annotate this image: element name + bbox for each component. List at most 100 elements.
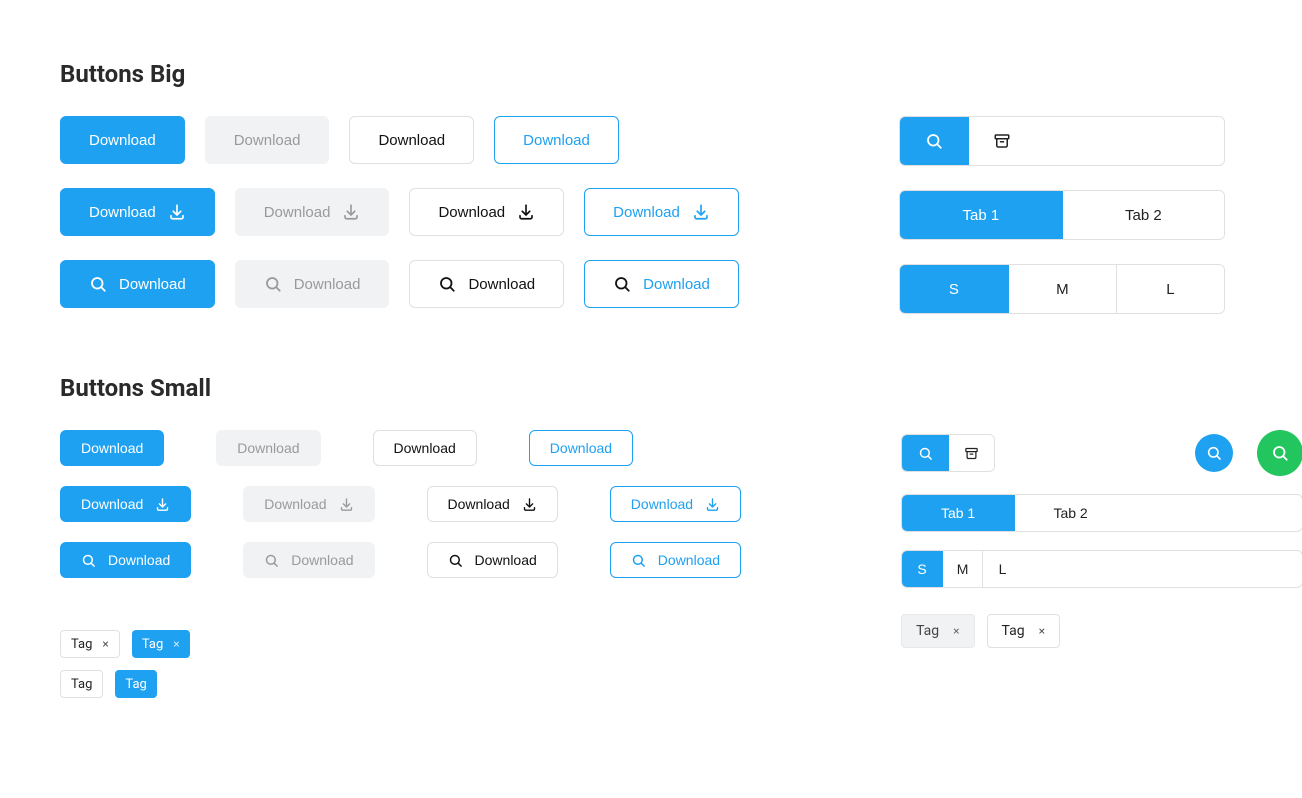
download-button-outline-trailing[interactable]: Download <box>409 188 564 236</box>
button-label: Download <box>438 204 505 221</box>
download-icon <box>339 497 354 512</box>
seg-search-sm[interactable] <box>902 435 948 471</box>
size-label: L <box>999 561 1007 577</box>
size-l-sm[interactable]: L <box>982 551 1022 587</box>
close-icon[interactable]: × <box>173 637 179 651</box>
size-m-sm[interactable]: M <box>942 551 982 587</box>
size-l[interactable]: L <box>1116 265 1224 313</box>
button-label: Download <box>89 204 156 221</box>
search-icon <box>264 553 279 568</box>
close-icon[interactable]: × <box>953 624 959 638</box>
archive-icon <box>964 446 979 461</box>
download-button-outline-sm[interactable]: Download <box>373 430 477 466</box>
download-button-outline-sm-leading[interactable]: Download <box>427 542 558 578</box>
archive-icon <box>993 132 1011 150</box>
tab-label: Tab 1 <box>963 207 1000 224</box>
download-button-primary-leading[interactable]: Download <box>60 260 215 308</box>
download-button-secondary[interactable]: Download <box>205 116 330 164</box>
download-button-primary-sm-leading[interactable]: Download <box>60 542 191 578</box>
button-label: Download <box>234 132 301 149</box>
download-button-secondary-trailing[interactable]: Download <box>235 188 390 236</box>
tab-2[interactable]: Tab 2 <box>1062 191 1224 239</box>
button-label: Download <box>378 132 445 149</box>
download-button-primary-sm-trailing[interactable]: Download <box>60 486 191 522</box>
download-button-secondary-leading[interactable]: Download <box>235 260 390 308</box>
search-icon <box>631 553 646 568</box>
download-button-outline-primary-sm-trailing[interactable]: Download <box>610 486 741 522</box>
tag-soft-big-closable[interactable]: Tag × <box>901 614 974 648</box>
tag-outline-big-closable[interactable]: Tag × <box>987 614 1060 648</box>
tag-outline-closable[interactable]: Tag× <box>60 630 120 658</box>
tab-1-sm[interactable]: Tab 1 <box>902 495 1014 531</box>
button-label: Download <box>237 440 299 456</box>
button-label: Download <box>475 552 537 568</box>
download-button-outline[interactable]: Download <box>349 116 474 164</box>
download-button-outline-leading[interactable]: Download <box>409 260 564 308</box>
download-button-outline-sm-trailing[interactable]: Download <box>427 486 558 522</box>
download-button-outline-primary-leading[interactable]: Download <box>584 260 739 308</box>
button-label: Download <box>81 440 143 456</box>
download-icon <box>522 497 537 512</box>
tab-label: Tab 1 <box>941 505 975 521</box>
button-label: Download <box>108 552 170 568</box>
button-label: Download <box>264 496 326 512</box>
download-icon <box>342 203 360 221</box>
button-label: Download <box>658 552 720 568</box>
seg-archive-sm[interactable] <box>948 435 994 471</box>
size-label: M <box>957 561 969 577</box>
segmented-icon-toggle <box>899 116 1225 166</box>
button-label: Download <box>291 552 353 568</box>
circle-search-blue[interactable] <box>1195 434 1233 472</box>
button-label: Download <box>119 276 186 293</box>
button-label: Download <box>631 496 693 512</box>
search-icon <box>925 132 943 150</box>
search-icon <box>1271 444 1289 462</box>
segmented-tabs-sm: Tab 1 Tab 2 <box>901 494 1302 532</box>
tab-label: Tab 2 <box>1125 207 1162 224</box>
size-s-sm[interactable]: S <box>902 551 942 587</box>
download-icon <box>155 497 170 512</box>
download-button-primary-trailing[interactable]: Download <box>60 188 215 236</box>
size-label: S <box>949 281 959 298</box>
button-label: Download <box>294 276 361 293</box>
download-button-outline-primary-sm-leading[interactable]: Download <box>610 542 741 578</box>
tab-label: Tab 2 <box>1053 505 1087 521</box>
size-label: S <box>917 561 926 577</box>
download-icon <box>705 497 720 512</box>
tag-primary[interactable]: Tag <box>115 670 156 698</box>
section-buttons-small: Buttons Small Download Download Download… <box>60 374 1242 698</box>
search-icon <box>918 446 933 461</box>
download-button-primary-sm[interactable]: Download <box>60 430 164 466</box>
download-button-secondary-sm-leading[interactable]: Download <box>243 542 374 578</box>
download-button-secondary-sm-trailing[interactable]: Download <box>243 486 374 522</box>
size-m[interactable]: M <box>1008 265 1116 313</box>
button-label: Download <box>81 496 143 512</box>
tag-label: Tag <box>1002 623 1025 639</box>
button-label: Download <box>264 204 331 221</box>
download-button-secondary-sm[interactable]: Download <box>216 430 320 466</box>
close-icon[interactable]: × <box>102 637 108 651</box>
download-button-primary[interactable]: Download <box>60 116 185 164</box>
close-icon[interactable]: × <box>1039 624 1045 638</box>
tab-1[interactable]: Tab 1 <box>900 191 1062 239</box>
tag-primary-closable[interactable]: Tag× <box>132 630 190 658</box>
segmented-icon-toggle-sm <box>901 434 995 472</box>
seg-archive[interactable] <box>968 117 1036 165</box>
download-button-outline-primary[interactable]: Download <box>494 116 619 164</box>
download-icon <box>517 203 535 221</box>
tag-label: Tag <box>916 623 939 639</box>
search-icon <box>81 553 96 568</box>
seg-search[interactable] <box>900 117 968 165</box>
tag-outline[interactable]: Tag <box>60 670 103 698</box>
heading-buttons-big: Buttons Big <box>60 60 1242 88</box>
button-label: Download <box>613 204 680 221</box>
tag-label: Tag <box>125 677 146 692</box>
download-button-outline-primary-sm[interactable]: Download <box>529 430 633 466</box>
tab-2-sm[interactable]: Tab 2 <box>1014 495 1126 531</box>
search-icon <box>448 553 463 568</box>
download-button-outline-primary-trailing[interactable]: Download <box>584 188 739 236</box>
search-icon <box>1206 445 1222 461</box>
segmented-sizes: S M L <box>899 264 1225 314</box>
size-s[interactable]: S <box>900 265 1008 313</box>
circle-search-green[interactable] <box>1257 430 1302 476</box>
